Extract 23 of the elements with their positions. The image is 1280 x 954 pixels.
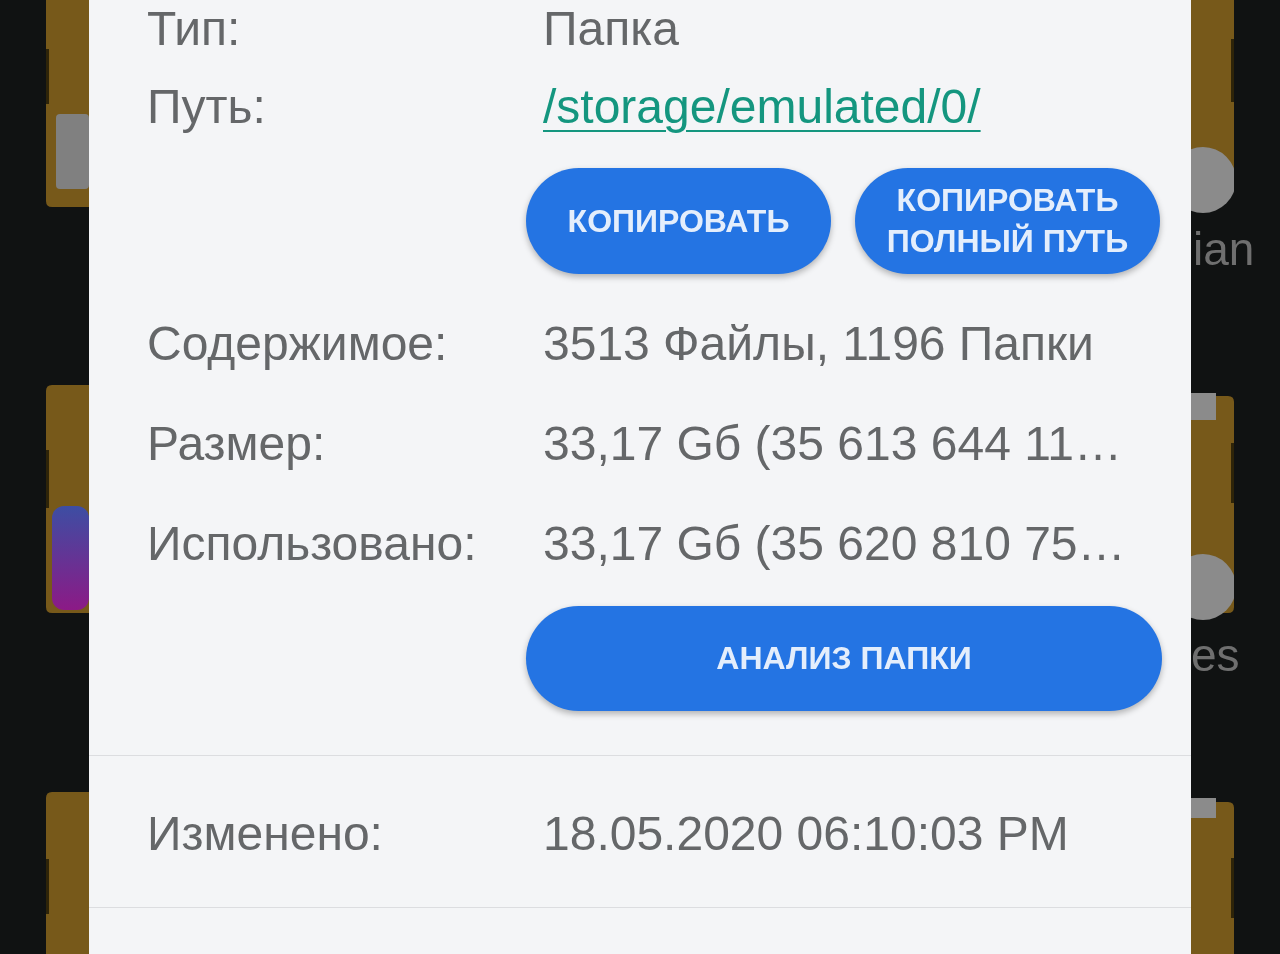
- property-label: Содержимое:: [147, 316, 449, 372]
- property-label: Путь:: [147, 79, 267, 135]
- folder-label: es: [1191, 628, 1240, 683]
- property-label: Использовано:: [147, 516, 478, 572]
- property-label: Размер:: [147, 416, 327, 472]
- copy-full-path-button[interactable]: КОПИРОВАТЬ ПОЛНЫЙ ПУТЬ: [855, 168, 1160, 274]
- property-value: 18.05.2020 06:10:03 PM: [543, 806, 1069, 862]
- property-value: 33,17 Gб (35 613 644 11…: [543, 416, 1122, 472]
- property-label: Изменено:: [147, 806, 384, 862]
- property-value: 33,17 Gб (35 620 810 75…: [543, 516, 1126, 572]
- folder-label: ian: [1193, 222, 1255, 277]
- folder-icon: [46, 0, 89, 207]
- property-value: Папка: [543, 1, 679, 57]
- copy-button[interactable]: КОПИРОВАТЬ: [526, 168, 831, 274]
- folder-icon: [46, 385, 89, 613]
- path-link[interactable]: /storage/emulated/0/: [543, 78, 981, 136]
- property-label: Тип:: [147, 1, 242, 57]
- property-value: 3513 Файлы, 1196 Папки: [543, 316, 1094, 372]
- folder-icon: [46, 792, 89, 954]
- analyze-folder-button[interactable]: АНАЛИЗ ПАПКИ: [526, 606, 1162, 711]
- folder-icon: [1191, 393, 1234, 620]
- folder-icon: [1191, 0, 1234, 214]
- folder-icon: [1191, 798, 1234, 954]
